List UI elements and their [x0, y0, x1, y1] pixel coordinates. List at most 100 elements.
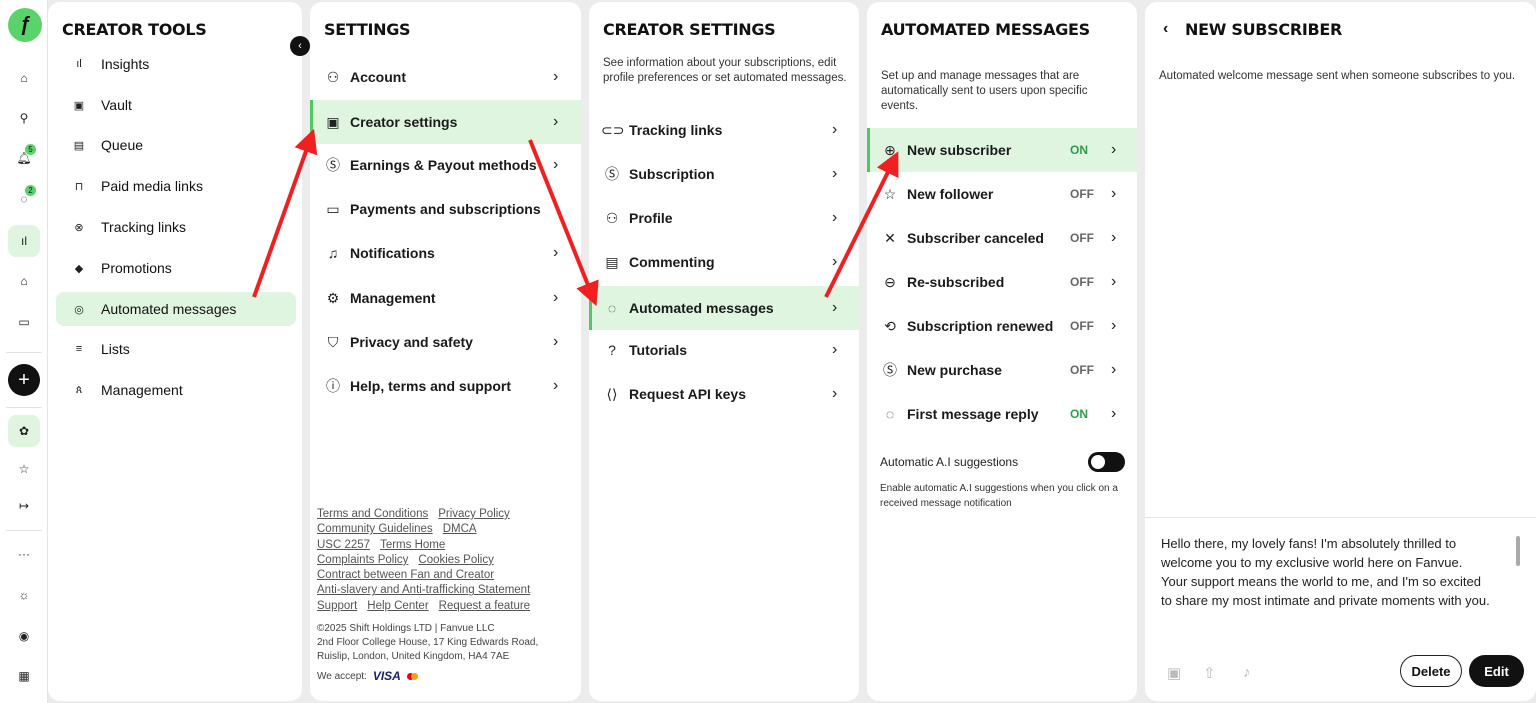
chevron-right-icon: › — [1111, 141, 1117, 158]
automated-item-new-follower[interactable]: ☆ New follower OFF › — [867, 172, 1137, 216]
footer-link[interactable]: Community Guidelines — [317, 523, 433, 535]
menu-item-lists[interactable]: ≡ Lists — [56, 332, 296, 366]
automated-item-subscriber-canceled[interactable]: ✕ Subscriber canceled OFF › — [867, 216, 1137, 260]
chevron-right-icon: › — [553, 289, 559, 306]
settings-item-help[interactable]: ⓘ Help, terms and support › — [310, 364, 581, 408]
eye-icon[interactable]: ◉ — [8, 620, 40, 652]
edit-button[interactable]: Edit — [1469, 655, 1524, 687]
bell-icon: ♫ — [327, 245, 339, 261]
home-icon[interactable]: ⌂ — [8, 62, 40, 94]
menu-item-label: Paid media links — [101, 178, 203, 194]
card-icon[interactable]: ▭ — [8, 306, 40, 338]
chevron-right-icon: › — [832, 253, 838, 270]
footer-link[interactable]: Terms Home — [380, 539, 445, 551]
footer-link[interactable]: Contract between Fan and Creator — [317, 569, 494, 581]
chevron-right-icon: › — [553, 377, 559, 394]
automated-item-re-subscribed[interactable]: ⊖ Re-subscribed OFF › — [867, 260, 1137, 304]
dollar-icon: Ⓢ — [883, 362, 897, 378]
upload-icon[interactable]: ⇧ — [1203, 664, 1216, 682]
creator-settings-item-tutorials[interactable]: ? Tutorials › — [589, 328, 859, 372]
star-icon[interactable]: ☆ — [8, 453, 40, 485]
settings-item-account[interactable]: ⚇ Account › — [310, 55, 581, 99]
settings-item-management[interactable]: ⚙ Management › — [310, 276, 581, 320]
item-label: Commenting — [629, 254, 715, 270]
footer-link[interactable]: Anti-slavery and Anti-trafficking Statem… — [317, 584, 530, 596]
footer-link[interactable]: Help Center — [367, 600, 428, 612]
user-icon: ⚇ — [326, 68, 340, 85]
ai-suggestions-toggle[interactable] — [1088, 452, 1125, 472]
bell-icon[interactable]: 🔔︎ 5 — [8, 142, 40, 174]
chevron-right-icon: › — [553, 113, 559, 130]
settings-item-label: Management — [350, 290, 436, 306]
settings-item-earnings[interactable]: Ⓢ Earnings & Payout methods › — [310, 143, 581, 187]
status-badge: OFF — [1070, 275, 1094, 289]
panel-title: CREATOR SETTINGS — [603, 20, 776, 39]
create-plus-icon[interactable]: + — [8, 364, 40, 396]
panel-description: See information about your subscriptions… — [603, 57, 847, 84]
settings-item-notifications[interactable]: ♫ Notifications › — [310, 231, 581, 275]
menu-item-insights[interactable]: ıl Insights — [56, 47, 296, 81]
lock-icon: ⊓ — [74, 180, 84, 193]
menu-item-label: Automated messages — [101, 301, 237, 317]
item-label: New purchase — [907, 362, 1002, 378]
link-icon: ⊗ — [74, 221, 84, 234]
creator-settings-item-tracking-links[interactable]: ⊂⊃ Tracking links › — [589, 108, 859, 152]
footer-link[interactable]: Terms and Conditions — [317, 508, 428, 520]
footer-link[interactable]: Complaints Policy — [317, 554, 408, 566]
uk-flag-icon[interactable]: ▦ — [8, 660, 40, 692]
creator-settings-item-api-keys[interactable]: ⟨⟩ Request API keys › — [589, 372, 859, 416]
menu-item-tracking-links[interactable]: ⊗ Tracking links — [56, 210, 296, 244]
menu-item-automated-messages[interactable]: ◎ Automated messages — [56, 292, 296, 326]
help-icon: ? — [608, 342, 616, 358]
status-badge: ON — [1070, 143, 1088, 157]
menu-item-queue[interactable]: ▤ Queue — [56, 128, 296, 162]
footer-link[interactable]: USC 2257 — [317, 539, 370, 551]
delete-button[interactable]: Delete — [1400, 655, 1462, 687]
bank-icon[interactable]: ⌂ — [8, 265, 40, 297]
menu-item-vault[interactable]: ▣ Vault — [56, 88, 296, 122]
more-icon[interactable]: ··· — [8, 538, 40, 570]
copyright-line: ©2025 Shift Holdings LTD | Fanvue LLC — [317, 623, 495, 634]
item-label: Request API keys — [629, 386, 746, 402]
footer-link[interactable]: Privacy Policy — [438, 508, 510, 520]
x-icon: ✕ — [884, 229, 896, 246]
creator-settings-item-automated-messages[interactable]: ◌ Automated messages › — [589, 286, 859, 330]
footer-link[interactable]: Support — [317, 600, 357, 612]
automated-item-new-purchase[interactable]: Ⓢ New purchase OFF › — [867, 348, 1137, 392]
creator-settings-item-commenting[interactable]: ▤ Commenting › — [589, 240, 859, 284]
footer-link[interactable]: Request a feature — [439, 600, 530, 612]
panel-title: CREATOR TOOLS — [62, 20, 207, 39]
message-text[interactable]: Hello there, my lovely fans! I'm absolut… — [1161, 534, 1491, 610]
settings-item-label: Account — [350, 69, 406, 85]
scrollbar[interactable] — [1516, 536, 1520, 566]
message-badge: 2 — [25, 185, 36, 196]
menu-item-management[interactable]: ጰ Management — [56, 373, 296, 407]
chevron-right-icon: › — [1111, 317, 1117, 334]
menu-item-promotions[interactable]: ◆ Promotions — [56, 251, 296, 285]
back-arrow-icon[interactable]: ‹ — [1163, 20, 1168, 38]
search-icon[interactable]: ⚲ — [8, 102, 40, 134]
automated-item-new-subscriber[interactable]: ⊕ New subscriber ON › — [867, 128, 1137, 172]
flower-icon[interactable]: ✿ — [8, 415, 40, 447]
sun-icon[interactable]: ☼ — [8, 579, 40, 611]
collapse-chevron-icon[interactable]: ‹ — [290, 36, 310, 56]
chart-icon[interactable]: ıl — [8, 225, 40, 257]
settings-item-creator-settings[interactable]: ▣ Creator settings › — [310, 100, 581, 144]
footer-link[interactable]: Cookies Policy — [418, 554, 493, 566]
automated-item-subscription-renewed[interactable]: ⟲ Subscription renewed OFF › — [867, 304, 1137, 348]
creator-settings-item-subscription[interactable]: Ⓢ Subscription › — [589, 152, 859, 196]
chevron-right-icon: › — [832, 385, 838, 402]
settings-item-privacy[interactable]: ⛉ Privacy and safety › — [310, 320, 581, 364]
footer-link[interactable]: DMCA — [443, 523, 477, 535]
chat-icon[interactable]: ◌ 2 — [8, 183, 40, 215]
status-badge: OFF — [1070, 363, 1094, 377]
logout-icon[interactable]: ↦ — [8, 490, 40, 522]
fanvue-logo[interactable]: ƒ — [8, 8, 42, 42]
image-icon[interactable]: ▣ — [1167, 664, 1181, 682]
footer-links: Terms and Conditions Privacy Policy Commu… — [317, 507, 579, 614]
settings-item-payments[interactable]: ▭ Payments and subscriptions — [310, 187, 581, 231]
menu-item-paid-media-links[interactable]: ⊓ Paid media links — [56, 169, 296, 203]
automated-item-first-message-reply[interactable]: ◌ First message reply ON › — [867, 392, 1137, 436]
creator-settings-item-profile[interactable]: ⚇ Profile › — [589, 196, 859, 240]
microphone-icon[interactable]: ♪ — [1243, 664, 1251, 681]
